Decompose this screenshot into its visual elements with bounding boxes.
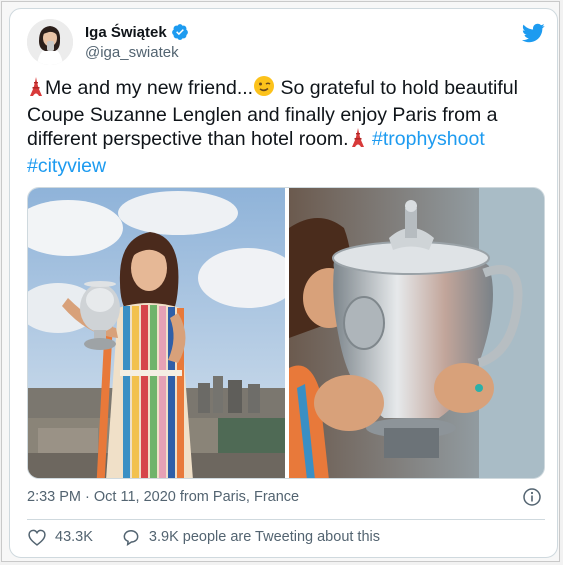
- tweet-line1-b: So grateful to hold beautiful: [275, 77, 518, 99]
- tweet-actions: 43.3K 3.9K people are Tweeting about thi…: [27, 527, 408, 547]
- tweet-text: Me and my new friend... So grateful to h…: [27, 75, 542, 178]
- hashtag-trophyshoot[interactable]: #trophyshoot: [372, 128, 485, 150]
- speech-bubble-icon: [123, 529, 139, 547]
- divider: [27, 519, 545, 520]
- tweeting-about-link[interactable]: 3.9K people are Tweeting about this: [121, 527, 380, 547]
- avatar[interactable]: [27, 19, 73, 65]
- hashtag-cityview[interactable]: #cityview: [27, 155, 106, 177]
- author-display-name[interactable]: Iga Świątek: [85, 24, 167, 41]
- photo-iga-kissing-trophy[interactable]: [289, 188, 545, 479]
- photo-iga-with-trophy[interactable]: [28, 188, 285, 479]
- winking-face-icon: [253, 75, 275, 103]
- tweet-line3: different perspective than hotel room.: [27, 128, 349, 150]
- tweet-media[interactable]: [27, 187, 545, 479]
- author-name[interactable]: Iga Świątek: [85, 23, 189, 41]
- tweet-line1-a: Me and my new friend...: [45, 77, 254, 99]
- screenshot-frame: Iga Świątek @iga_swiatek Me and my new f…: [1, 1, 560, 562]
- verified-badge-icon: [171, 24, 188, 40]
- twitter-logo-icon[interactable]: [521, 21, 545, 45]
- like-count: 43.3K: [55, 529, 93, 545]
- heart-icon: [28, 529, 46, 546]
- like-button[interactable]: 43.3K: [27, 527, 93, 547]
- tweet-line2: Coupe Suzanne Lenglen and finally enjoy …: [27, 104, 498, 126]
- info-icon[interactable]: [522, 487, 542, 507]
- author-handle[interactable]: @iga_swiatek: [85, 44, 179, 61]
- tweet-card[interactable]: Iga Świątek @iga_swiatek Me and my new f…: [9, 8, 558, 558]
- tweet-timestamp[interactable]: 2:33 PM · Oct 11, 2020 from Paris, Franc…: [27, 489, 299, 505]
- eiffel-tower-icon: [27, 77, 45, 103]
- tweeting-about-text: 3.9K people are Tweeting about this: [148, 529, 380, 545]
- eiffel-tower-icon: [349, 128, 367, 154]
